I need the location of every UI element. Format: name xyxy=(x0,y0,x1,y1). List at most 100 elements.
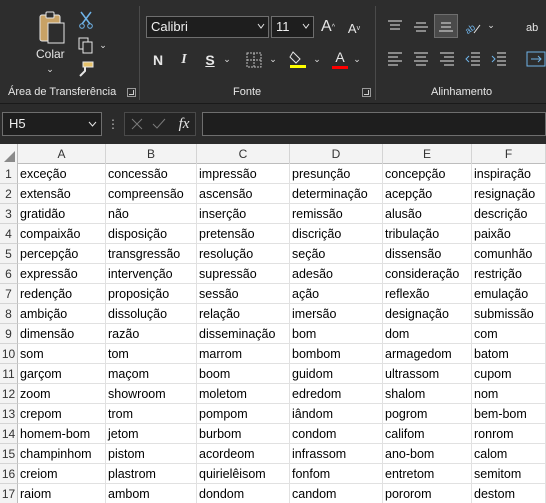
table-cell[interactable]: restrição xyxy=(472,264,546,284)
table-cell[interactable]: ambom xyxy=(106,484,197,503)
table-cell[interactable]: acordeom xyxy=(197,444,290,464)
align-bottom-icon[interactable] xyxy=(434,14,458,38)
table-cell[interactable]: garçom xyxy=(18,364,106,384)
format-painter-icon[interactable] xyxy=(76,60,96,80)
table-cell[interactable]: reflexão xyxy=(383,284,472,304)
row-header[interactable]: 16 xyxy=(0,464,18,484)
borders-dropdown-chevron-icon[interactable]: ⌄ xyxy=(268,54,278,64)
table-cell[interactable]: tribulação xyxy=(383,224,472,244)
grow-font-button[interactable]: A ^ xyxy=(318,16,338,38)
table-cell[interactable]: boom xyxy=(197,364,290,384)
table-cell[interactable]: infrassom xyxy=(290,444,383,464)
table-cell[interactable]: dissolução xyxy=(106,304,197,324)
table-cell[interactable]: sessão xyxy=(197,284,290,304)
table-cell[interactable]: nom xyxy=(472,384,546,404)
decrease-indent-icon[interactable] xyxy=(462,48,484,70)
table-cell[interactable]: seção xyxy=(290,244,383,264)
insert-function-icon[interactable]: fx xyxy=(175,115,193,133)
font-size-combo[interactable]: 11 xyxy=(271,16,314,38)
table-cell[interactable]: batom xyxy=(472,344,546,364)
cancel-icon[interactable] xyxy=(129,116,145,132)
borders-icon[interactable] xyxy=(244,50,264,70)
table-cell[interactable]: submissão xyxy=(472,304,546,324)
table-cell[interactable]: pistom xyxy=(106,444,197,464)
column-header[interactable]: C xyxy=(197,144,290,164)
align-center-icon[interactable] xyxy=(410,48,432,70)
row-header[interactable]: 14 xyxy=(0,424,18,444)
formula-input[interactable] xyxy=(202,112,546,136)
table-cell[interactable]: resignação xyxy=(472,184,546,204)
table-cell[interactable]: ação xyxy=(290,284,383,304)
table-cell[interactable]: entretom xyxy=(383,464,472,484)
table-cell[interactable]: redenção xyxy=(18,284,106,304)
table-cell[interactable]: proposição xyxy=(106,284,197,304)
table-cell[interactable]: armagedom xyxy=(383,344,472,364)
column-header[interactable]: D xyxy=(290,144,383,164)
font-dialog-launcher-icon[interactable] xyxy=(362,88,371,97)
column-header[interactable]: B xyxy=(106,144,197,164)
table-cell[interactable]: zoom xyxy=(18,384,106,404)
table-cell[interactable]: burbom xyxy=(197,424,290,444)
table-cell[interactable]: pororom xyxy=(383,484,472,503)
font-name-combo[interactable]: Calibri xyxy=(146,16,269,38)
table-cell[interactable]: designação xyxy=(383,304,472,324)
row-header[interactable]: 8 xyxy=(0,304,18,324)
table-cell[interactable]: condom xyxy=(290,424,383,444)
select-all-corner[interactable] xyxy=(0,144,18,164)
table-cell[interactable]: dimensão xyxy=(18,324,106,344)
table-cell[interactable]: moletom xyxy=(197,384,290,404)
paste-dropdown-chevron-icon[interactable]: ⌄ xyxy=(44,64,56,74)
table-cell[interactable]: discrição xyxy=(290,224,383,244)
table-cell[interactable]: disseminação xyxy=(197,324,290,344)
table-cell[interactable]: ronrom xyxy=(472,424,546,444)
table-cell[interactable]: presunção xyxy=(290,164,383,184)
table-cell[interactable]: bem-bom xyxy=(472,404,546,424)
table-cell[interactable]: som xyxy=(18,344,106,364)
row-header[interactable]: 7 xyxy=(0,284,18,304)
cut-icon[interactable] xyxy=(76,10,96,30)
font-color-icon[interactable]: A xyxy=(330,48,350,70)
table-cell[interactable]: impressão xyxy=(197,164,290,184)
table-cell[interactable]: concessão xyxy=(106,164,197,184)
table-cell[interactable]: adesão xyxy=(290,264,383,284)
table-cell[interactable]: inspiração xyxy=(472,164,546,184)
table-cell[interactable]: determinação xyxy=(290,184,383,204)
table-cell[interactable]: dissensão xyxy=(383,244,472,264)
column-header[interactable]: F xyxy=(472,144,546,164)
table-cell[interactable]: disposição xyxy=(106,224,197,244)
table-cell[interactable]: percepção xyxy=(18,244,106,264)
table-cell[interactable]: gratidão xyxy=(18,204,106,224)
table-cell[interactable]: tom xyxy=(106,344,197,364)
table-cell[interactable]: raiom xyxy=(18,484,106,503)
bold-button[interactable]: N xyxy=(148,50,168,70)
underline-dropdown-chevron-icon[interactable]: ⌄ xyxy=(222,54,232,64)
copy-icon[interactable] xyxy=(76,36,96,56)
fill-color-icon[interactable] xyxy=(288,48,308,70)
merge-center-icon[interactable] xyxy=(526,48,546,70)
row-header[interactable]: 1 xyxy=(0,164,18,184)
row-header[interactable]: 11 xyxy=(0,364,18,384)
orientation-dropdown-chevron-icon[interactable]: ⌄ xyxy=(486,20,496,30)
table-cell[interactable]: bom xyxy=(290,324,383,344)
table-cell[interactable]: edredom xyxy=(290,384,383,404)
copy-dropdown-chevron-icon[interactable]: ⌄ xyxy=(98,40,108,50)
row-header[interactable]: 2 xyxy=(0,184,18,204)
table-cell[interactable]: resolução xyxy=(197,244,290,264)
table-cell[interactable]: imersão xyxy=(290,304,383,324)
table-cell[interactable]: não xyxy=(106,204,197,224)
underline-button[interactable]: S xyxy=(200,50,220,70)
table-cell[interactable]: comunhão xyxy=(472,244,546,264)
table-cell[interactable]: pretensão xyxy=(197,224,290,244)
table-cell[interactable]: consideração xyxy=(383,264,472,284)
table-cell[interactable]: extensão xyxy=(18,184,106,204)
table-cell[interactable]: transgressão xyxy=(106,244,197,264)
table-cell[interactable]: dondom xyxy=(197,484,290,503)
table-cell[interactable]: shalom xyxy=(383,384,472,404)
table-cell[interactable]: paixão xyxy=(472,224,546,244)
paste-button[interactable] xyxy=(34,8,68,46)
row-header[interactable]: 3 xyxy=(0,204,18,224)
wrap-text-icon[interactable]: ab xyxy=(526,16,546,40)
table-cell[interactable]: supressão xyxy=(197,264,290,284)
italic-button[interactable]: I xyxy=(174,50,194,70)
row-header[interactable]: 5 xyxy=(0,244,18,264)
